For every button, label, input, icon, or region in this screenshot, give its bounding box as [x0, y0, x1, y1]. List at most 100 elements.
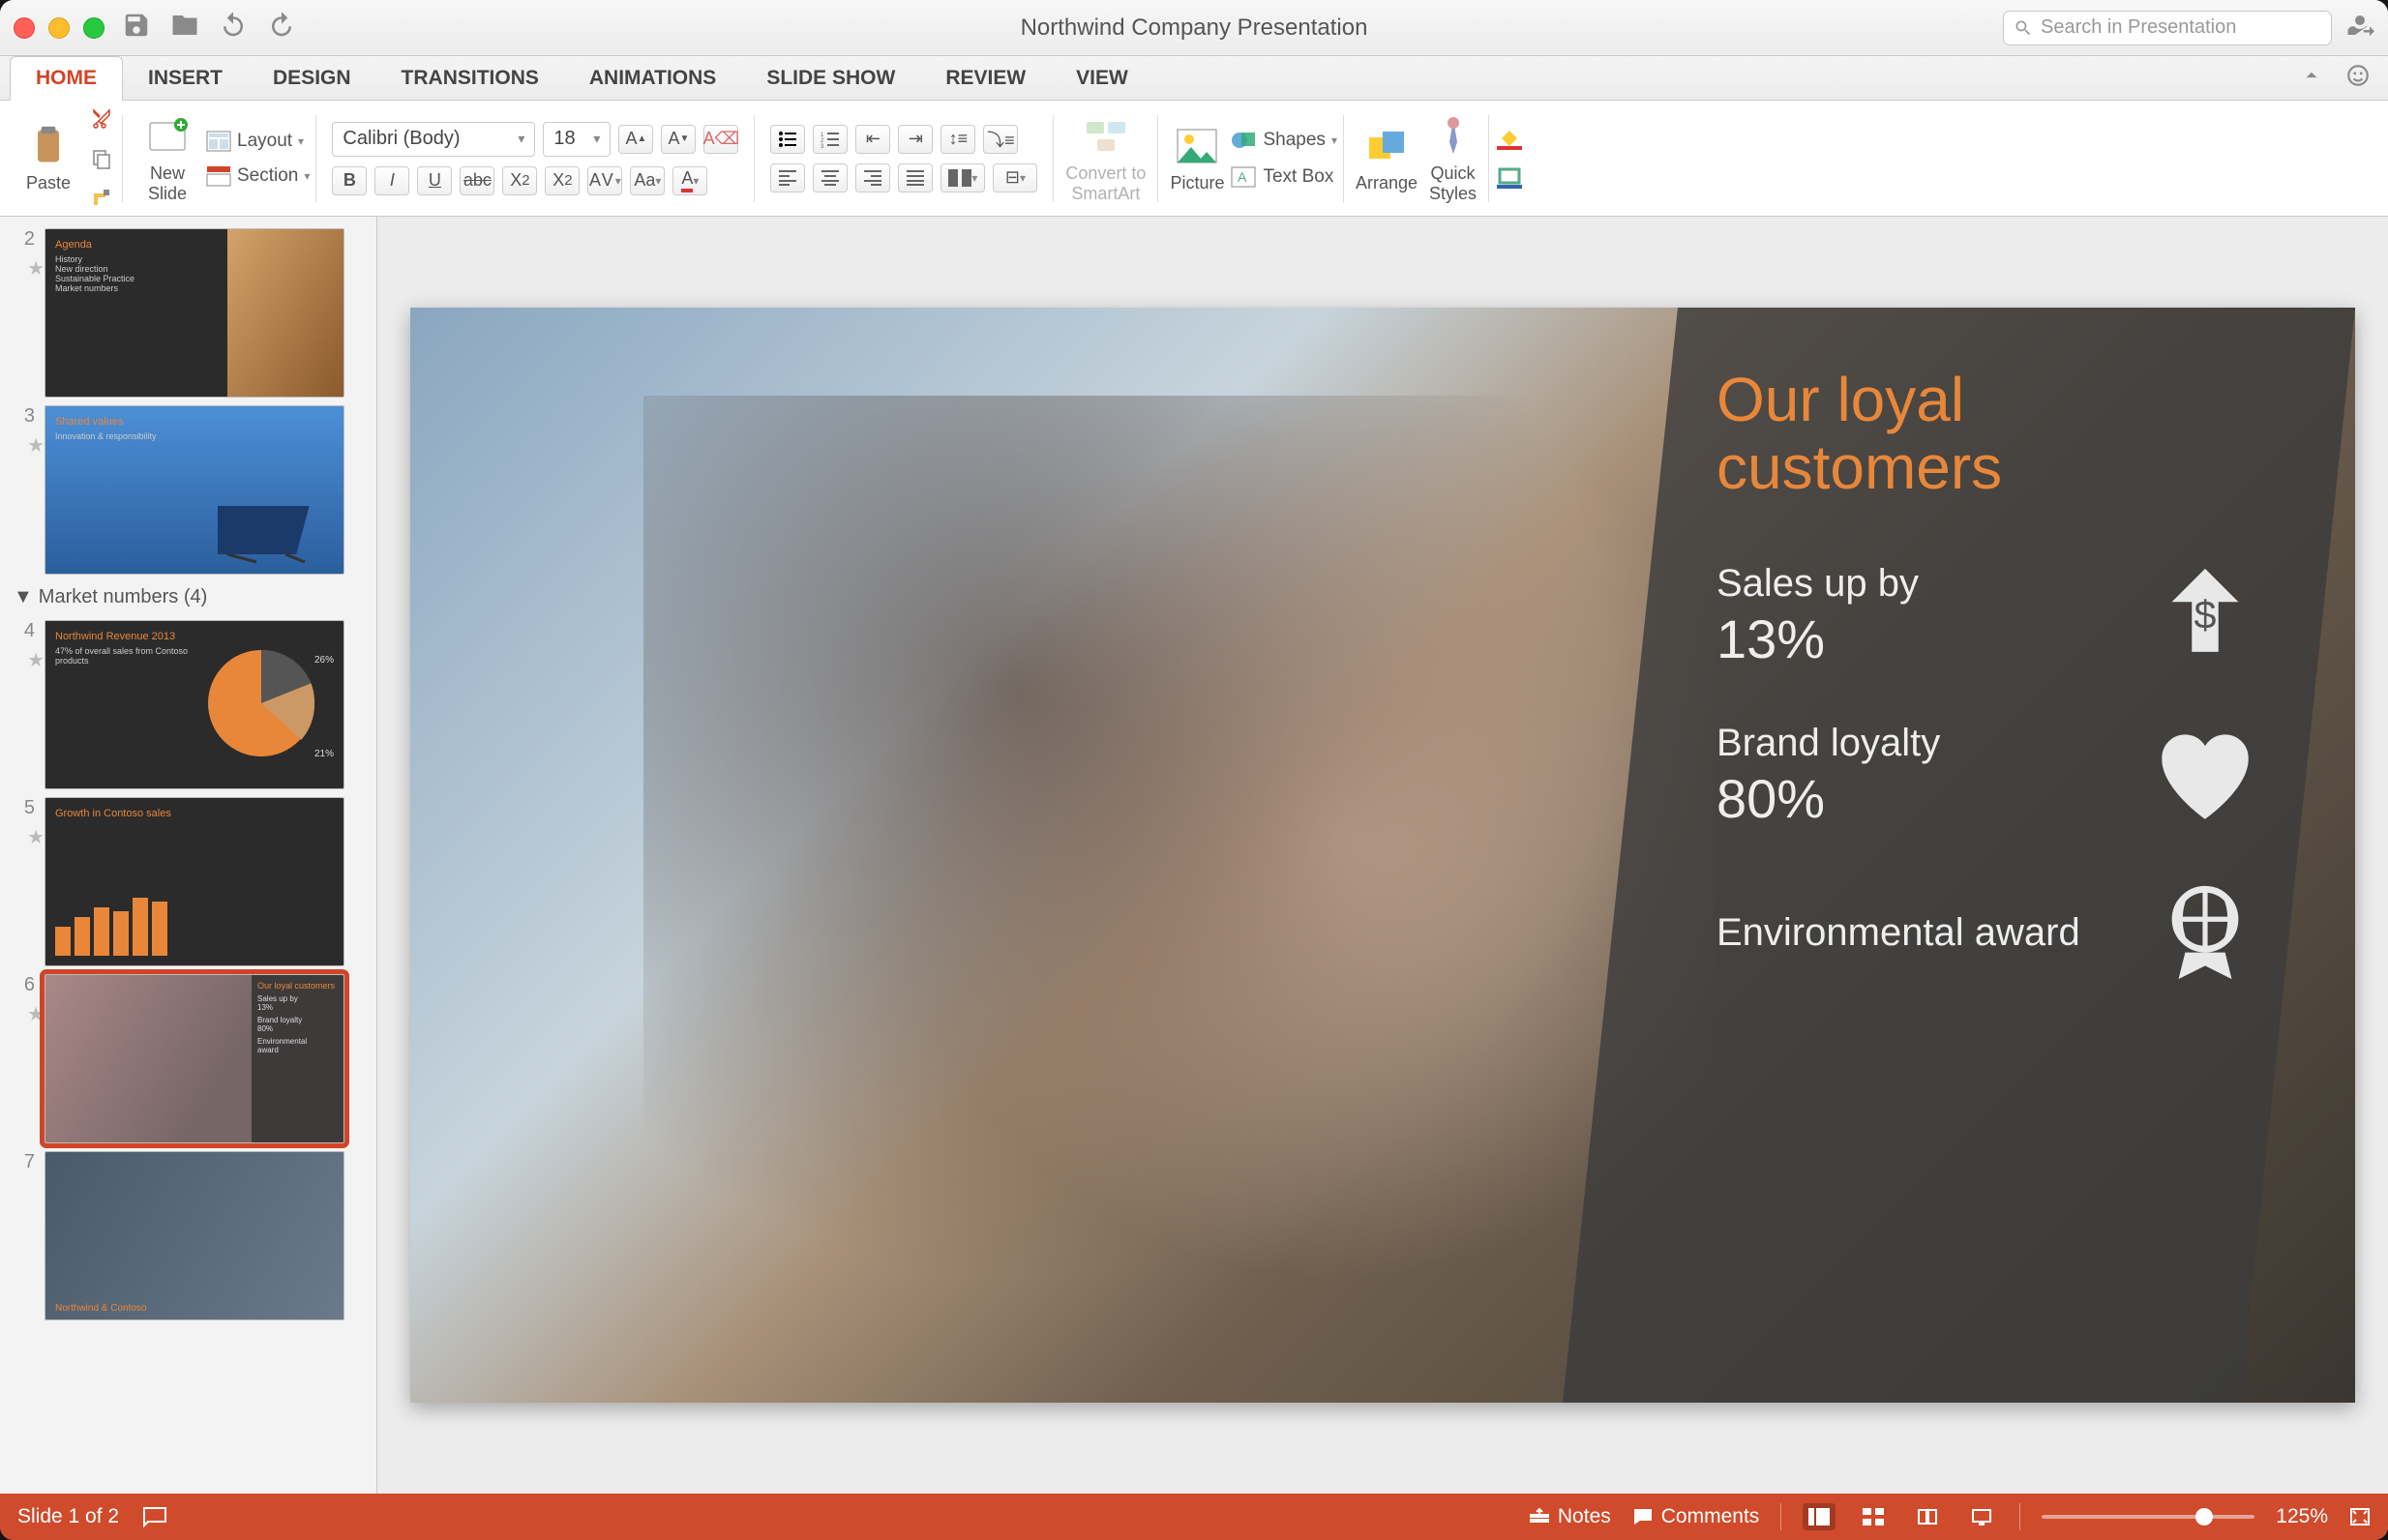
svg-text:$: $: [2194, 593, 2217, 637]
justify-button[interactable]: [898, 163, 933, 192]
close-window-button[interactable]: [14, 17, 35, 39]
new-slide-button[interactable]: New Slide: [138, 113, 196, 204]
star-icon: ★: [27, 825, 45, 849]
quick-access-toolbar: [122, 11, 296, 44]
numbering-button[interactable]: 123: [813, 125, 848, 154]
character-spacing-button[interactable]: AV▾: [587, 166, 622, 195]
bullets-button[interactable]: [770, 125, 805, 154]
reading-view-button[interactable]: [1911, 1503, 1944, 1530]
slide-thumbnails-pane[interactable]: 2 ★ Agenda HistoryNew directionSustainabl…: [0, 217, 377, 1494]
slide-thumbnail-2[interactable]: Agenda HistoryNew directionSustainable P…: [45, 228, 344, 398]
columns-button[interactable]: ▾: [940, 163, 985, 192]
redo-icon[interactable]: [267, 11, 296, 44]
section-header[interactable]: ▼ Market numbers (4): [0, 578, 376, 616]
italic-button[interactable]: I: [374, 166, 409, 195]
tab-home[interactable]: HOME: [10, 56, 123, 101]
tab-design[interactable]: DESIGN: [248, 56, 376, 100]
notes-button[interactable]: Notes: [1529, 1505, 1611, 1528]
spellcheck-button[interactable]: [142, 1506, 167, 1527]
layout-button[interactable]: Layout▾: [206, 131, 310, 152]
thumb-number: 4: [12, 620, 45, 642]
app-window: Northwind Company Presentation Search in…: [0, 0, 2388, 1540]
emoji-button[interactable]: [2345, 63, 2371, 94]
clear-formatting-button[interactable]: A⌫: [703, 125, 738, 154]
normal-view-button[interactable]: [1803, 1503, 1836, 1530]
increase-indent-button[interactable]: ⇥: [898, 125, 933, 154]
align-center-button[interactable]: [813, 163, 848, 192]
align-left-button[interactable]: [770, 163, 805, 192]
textbox-button[interactable]: A Text Box: [1230, 165, 1336, 189]
share-button[interactable]: [2345, 11, 2374, 44]
shape-fill-button[interactable]: [1495, 125, 1524, 154]
comments-button[interactable]: Comments: [1632, 1505, 1760, 1528]
increase-font-button[interactable]: A▲: [618, 125, 653, 154]
zoom-slider-thumb[interactable]: [2195, 1508, 2213, 1525]
line-spacing-button[interactable]: ↕≡: [940, 125, 975, 154]
tab-insert[interactable]: INSERT: [123, 56, 248, 100]
paste-button[interactable]: Paste: [19, 123, 77, 193]
change-case-button[interactable]: Aa▾: [630, 166, 665, 195]
svg-text:A: A: [1238, 169, 1247, 185]
fit-to-window-button[interactable]: [2349, 1507, 2371, 1526]
thumb-number: 3: [12, 405, 45, 428]
workspace: 2 ★ Agenda HistoryNew directionSustainabl…: [0, 217, 2388, 1494]
superscript-button[interactable]: X2: [502, 166, 537, 195]
search-icon: [2014, 18, 2033, 38]
copy-button[interactable]: [87, 144, 116, 173]
collapse-ribbon-button[interactable]: [2299, 63, 2324, 94]
zoom-slider[interactable]: [2042, 1515, 2254, 1519]
bold-button[interactable]: B: [332, 166, 367, 195]
tab-slideshow[interactable]: SLIDE SHOW: [741, 56, 920, 100]
star-icon: ★: [27, 648, 45, 672]
strikethrough-button[interactable]: abc: [460, 166, 494, 195]
ribbon: Paste New Slide Layout▾ Section▾: [0, 101, 2388, 217]
tab-transitions[interactable]: TRANSITIONS: [376, 56, 564, 100]
picture-button[interactable]: Picture: [1164, 123, 1230, 193]
sorter-view-button[interactable]: [1857, 1503, 1890, 1530]
decrease-indent-button[interactable]: ⇤: [855, 125, 890, 154]
slide-thumbnail-3[interactable]: Shared values Innovation & responsibilit…: [45, 405, 344, 575]
thumb-number: 7: [12, 1151, 45, 1173]
titlebar: Northwind Company Presentation Search in…: [0, 0, 2388, 56]
font-color-button[interactable]: A▾: [672, 166, 707, 195]
undo-icon[interactable]: [219, 11, 248, 44]
shapes-button[interactable]: Shapes▾: [1230, 129, 1336, 152]
shape-outline-button[interactable]: [1495, 163, 1524, 192]
zoom-level[interactable]: 125%: [2276, 1505, 2328, 1528]
format-painter-button[interactable]: [87, 183, 116, 212]
align-text-button[interactable]: ⊟▾: [993, 163, 1037, 192]
tab-view[interactable]: VIEW: [1051, 56, 1153, 100]
dollar-up-icon: $: [2152, 562, 2258, 668]
convert-smartart-button: Convert to SmartArt: [1060, 113, 1151, 204]
slide-thumbnail-7[interactable]: Northwind & Contoso: [45, 1151, 344, 1320]
minimize-window-button[interactable]: [48, 17, 70, 39]
save-icon[interactable]: [122, 11, 151, 44]
slide-canvas[interactable]: Our loyal customers Sales up by13% $ Bra…: [377, 217, 2388, 1494]
maximize-window-button[interactable]: [83, 17, 104, 39]
tab-animations[interactable]: ANIMATIONS: [564, 56, 741, 100]
slide-thumbnail-6[interactable]: Our loyal customersSales up by13%Brand l…: [45, 974, 344, 1143]
font-name-select[interactable]: Calibri (Body)▾: [332, 122, 535, 157]
globe-award-icon: [2152, 879, 2258, 986]
align-right-button[interactable]: [855, 163, 890, 192]
decrease-font-button[interactable]: A▼: [661, 125, 696, 154]
arrange-button[interactable]: Arrange: [1350, 123, 1423, 193]
subscript-button[interactable]: X2: [545, 166, 580, 195]
font-size-select[interactable]: 18▾: [543, 122, 611, 157]
text-direction-button[interactable]: ⤵≡: [983, 125, 1018, 154]
slide-stat-award: Environmental award: [1716, 879, 2258, 986]
underline-button[interactable]: U: [417, 166, 452, 195]
star-icon: ★: [27, 433, 45, 458]
slideshow-view-button[interactable]: [1965, 1503, 1998, 1530]
cut-button[interactable]: [87, 105, 116, 134]
slide-thumbnail-4[interactable]: Northwind Revenue 2013 47% of overall sa…: [45, 620, 344, 789]
section-button[interactable]: Section▾: [206, 165, 310, 187]
search-input[interactable]: Search in Presentation: [2003, 11, 2332, 45]
open-icon[interactable]: [170, 11, 199, 44]
quick-styles-button[interactable]: Quick Styles: [1423, 113, 1482, 204]
group-font: Calibri (Body)▾ 18▾ A▲ A▼ A⌫ B I U abc X…: [322, 106, 748, 210]
slide-thumbnail-5[interactable]: Growth in Contoso sales: [45, 797, 344, 966]
thumb-number: 2: [12, 228, 45, 251]
tab-review[interactable]: REVIEW: [920, 56, 1051, 100]
star-icon: ★: [27, 256, 45, 281]
